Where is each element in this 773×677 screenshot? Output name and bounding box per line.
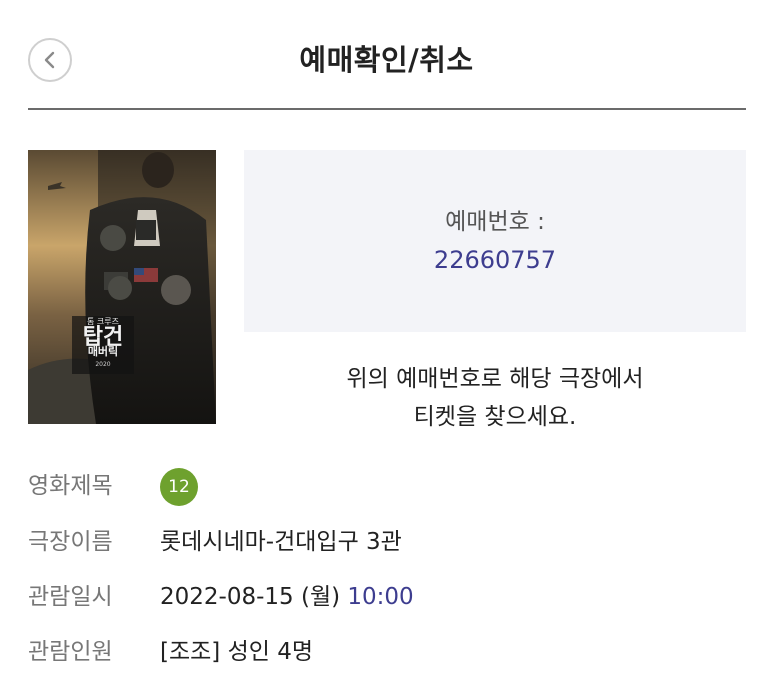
info-row-theater: 극장이름 롯데시네마-건대입구 3관 xyxy=(28,522,746,562)
info-row-audience: 관람인원 [조조] 성인 4명 xyxy=(28,632,746,672)
svg-text:매버릭: 매버릭 xyxy=(88,344,118,358)
datetime-label: 관람일시 xyxy=(28,584,113,610)
date-value: 2022-08-15 (월) xyxy=(160,584,341,610)
movie-poster: 톰 크루즈 탑건 매버릭 2020 xyxy=(28,150,216,424)
theater-label: 극장이름 xyxy=(28,529,113,555)
page-title: 예매확인/취소 xyxy=(299,43,474,77)
svg-text:2020: 2020 xyxy=(95,361,110,368)
notice-line-2: 티켓을 찾으세요. xyxy=(413,404,577,430)
audience-label: 관람인원 xyxy=(28,639,113,665)
theater-value: 롯데시네마-건대입구 3관 xyxy=(160,529,402,555)
movie-title-label: 영화제목 xyxy=(28,473,113,499)
header: 예매확인/취소 xyxy=(0,0,773,110)
info-row-movie-title: 영화제목 12 xyxy=(28,466,746,506)
audience-value: [조조] 성인 4명 xyxy=(160,639,314,665)
movie-title-value: 12 xyxy=(160,466,198,506)
time-value: 10:00 xyxy=(347,584,414,610)
datetime-value: 2022-08-15 (월) 10:00 xyxy=(160,577,414,617)
booking-number-value: 22660757 xyxy=(433,246,557,274)
age-rating-badge: 12 xyxy=(160,467,198,506)
header-divider xyxy=(28,108,746,110)
booking-number-label: 예매번호 : xyxy=(445,209,545,235)
info-row-datetime: 관람일시 2022-08-15 (월) 10:00 xyxy=(28,577,746,617)
ticket-notice: 위의 예매번호로 해당 극장에서 티켓을 찾으세요. xyxy=(244,360,746,436)
booking-number-box: 예매번호 : 22660757 xyxy=(244,150,746,332)
notice-line-1: 위의 예매번호로 해당 극장에서 xyxy=(346,366,644,392)
